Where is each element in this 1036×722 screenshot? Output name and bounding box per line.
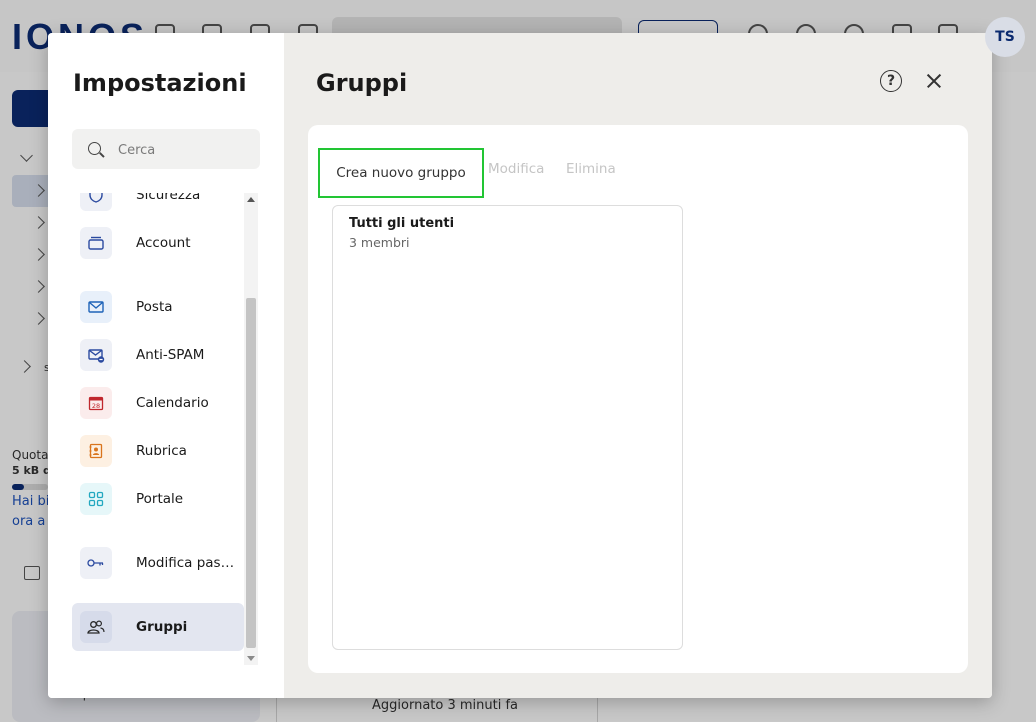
antispam-icon bbox=[80, 339, 112, 371]
avatar[interactable]: TS bbox=[985, 17, 1025, 57]
shield-icon bbox=[80, 193, 112, 211]
sidebar-item-label: Calendario bbox=[136, 395, 209, 411]
search-input[interactable] bbox=[118, 139, 248, 161]
calendar-icon: 28 bbox=[80, 387, 112, 419]
sidebar-item-rubrica[interactable]: Rubrica bbox=[72, 427, 244, 475]
address-book-icon bbox=[80, 435, 112, 467]
groups-panel: Crea nuovo gruppo Modifica Elimina Tutti… bbox=[308, 125, 968, 673]
groups-content: Gruppi ? Crea nuovo gruppo Modifica Elim… bbox=[284, 33, 992, 698]
account-icon bbox=[80, 227, 112, 259]
sidebar-item-calendario[interactable]: 28 Calendario bbox=[72, 379, 244, 427]
search-box[interactable] bbox=[72, 129, 260, 169]
groups-icon bbox=[80, 611, 112, 643]
edit-group-button[interactable]: Modifica bbox=[488, 161, 544, 177]
sidebar-item-sicurezza[interactable]: Sicurezza bbox=[72, 193, 244, 219]
nav-scrollbar[interactable] bbox=[244, 193, 258, 665]
page-title: Gruppi bbox=[316, 69, 408, 97]
settings-nav: Sicurezza Account Posta Anti-SPAM 28 Cal… bbox=[72, 193, 260, 665]
settings-title: Impostazioni bbox=[73, 69, 247, 97]
create-group-button[interactable]: Crea nuovo gruppo bbox=[318, 148, 484, 198]
sidebar-item-label: Modifica pass… bbox=[136, 555, 236, 571]
delete-group-button[interactable]: Elimina bbox=[566, 161, 616, 177]
scroll-down-arrow-icon[interactable] bbox=[247, 656, 255, 661]
sidebar-item-label: Account bbox=[136, 235, 191, 251]
sidebar-item-account[interactable]: Account bbox=[72, 219, 244, 267]
scroll-up-arrow-icon[interactable] bbox=[247, 197, 255, 202]
settings-sidebar: Impostazioni Sicurezza Account bbox=[48, 33, 284, 698]
list-item[interactable]: Tutti gli utenti 3 membri bbox=[333, 206, 682, 260]
sidebar-item-label: Portale bbox=[136, 491, 184, 507]
mail-icon bbox=[80, 291, 112, 323]
sidebar-item-portale[interactable]: Portale bbox=[72, 475, 244, 523]
group-name: Tutti gli utenti bbox=[349, 216, 455, 231]
settings-dialog: Impostazioni Sicurezza Account bbox=[48, 33, 992, 698]
portal-grid-icon bbox=[80, 483, 112, 515]
close-icon[interactable] bbox=[922, 69, 946, 93]
sidebar-item-label: Rubrica bbox=[136, 443, 187, 459]
search-icon bbox=[88, 142, 101, 155]
sidebar-item-label: Gruppi bbox=[136, 619, 188, 635]
sidebar-item-label: Anti-SPAM bbox=[136, 347, 205, 363]
sidebar-item-posta[interactable]: Posta bbox=[72, 283, 244, 331]
scrollbar-thumb[interactable] bbox=[246, 298, 256, 648]
sidebar-item-gruppi[interactable]: Gruppi bbox=[72, 603, 244, 651]
groups-list: Tutti gli utenti 3 membri bbox=[332, 205, 683, 650]
sidebar-item-label: Posta bbox=[136, 299, 173, 315]
group-members-count: 3 membri bbox=[349, 235, 410, 250]
help-button[interactable]: ? bbox=[880, 70, 902, 92]
key-icon bbox=[80, 547, 112, 579]
sidebar-item-modifica-password[interactable]: Modifica pass… bbox=[72, 539, 244, 587]
sidebar-item-label: Sicurezza bbox=[136, 193, 201, 203]
svg-text:28: 28 bbox=[92, 402, 100, 410]
sidebar-item-anti-spam[interactable]: Anti-SPAM bbox=[72, 331, 244, 379]
